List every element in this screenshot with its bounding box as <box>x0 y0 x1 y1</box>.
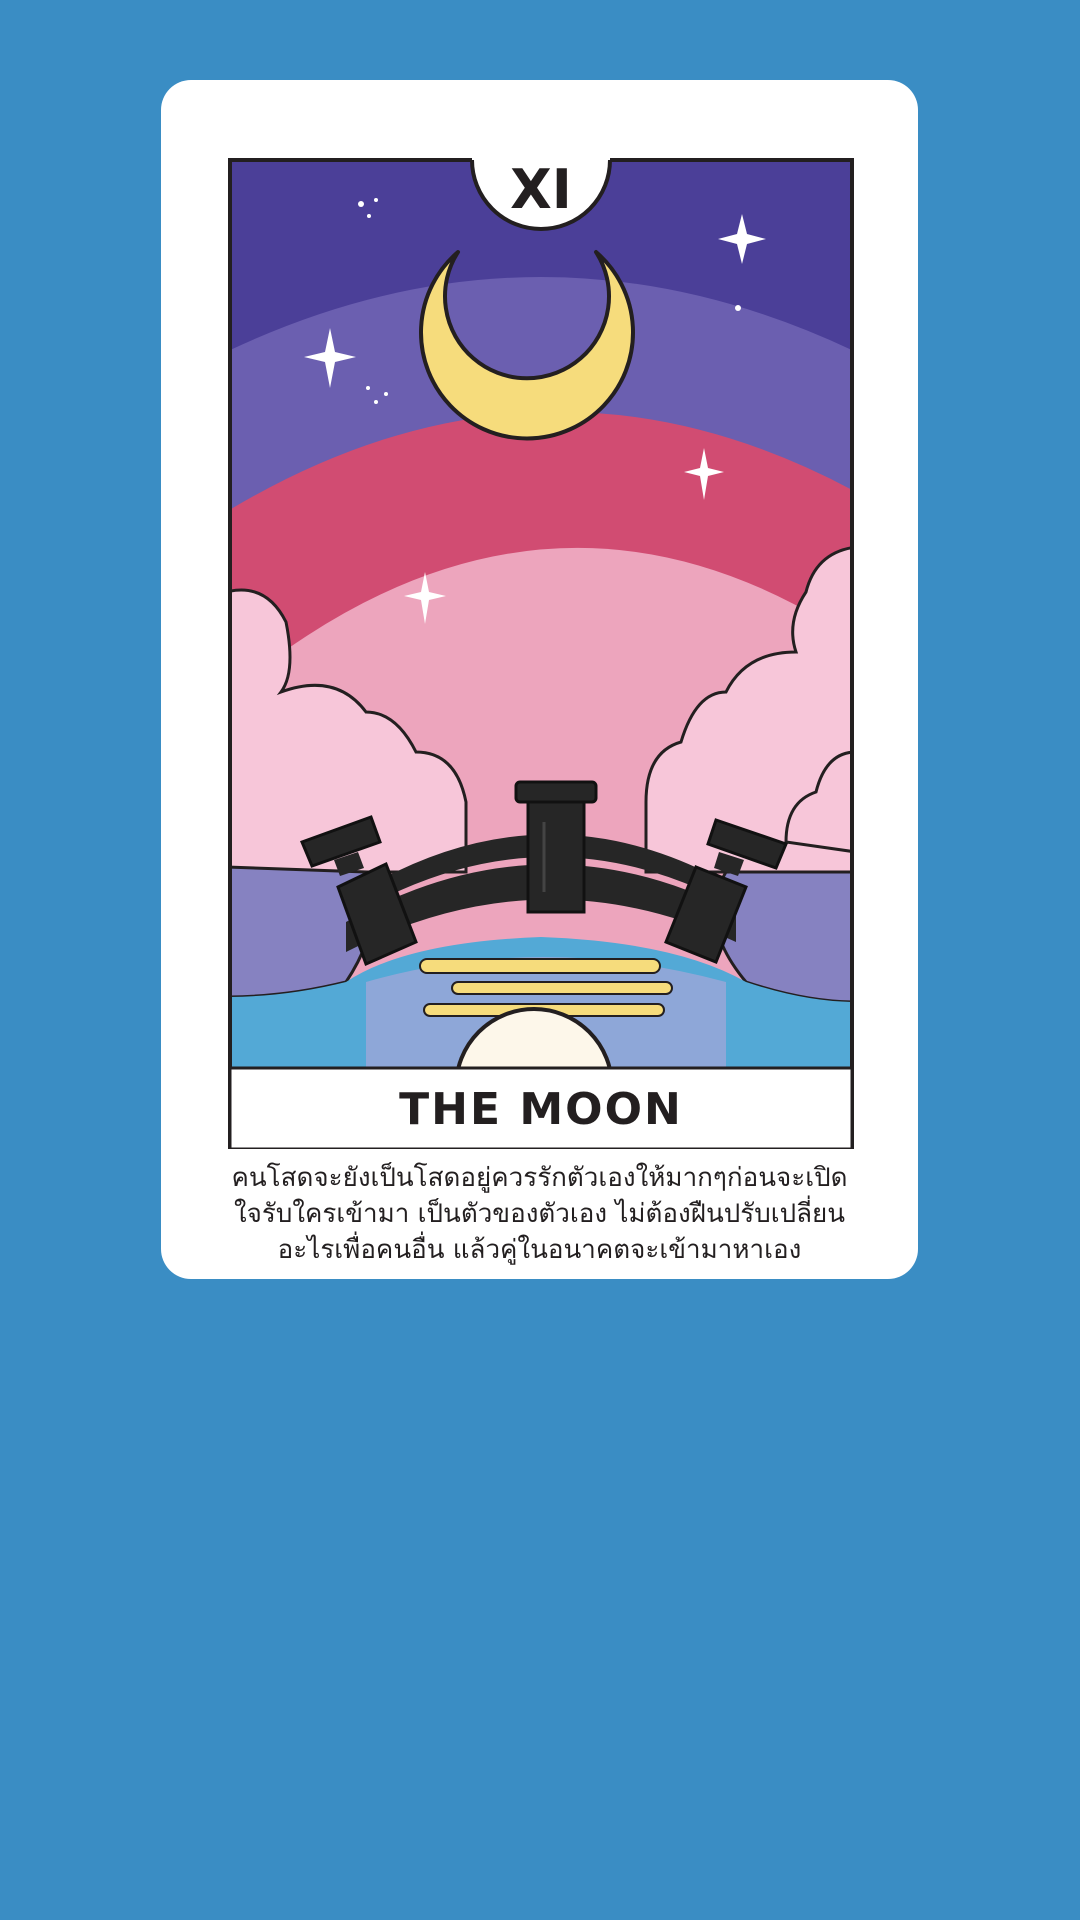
star-dot <box>384 392 388 396</box>
card-illustration: THE MOON XI <box>226 152 856 1149</box>
description-line: อะไรเพื่อคนอื่น แล้วคู่ในอนาคตจะเข้ามาหา… <box>277 1235 802 1265</box>
star-dot <box>374 400 378 404</box>
star-dot <box>735 305 741 311</box>
card-description: คนโสดจะยังเป็นโสดอยู่ควรรักตัวเองให้มากๆ… <box>201 1160 878 1268</box>
reflection-stripe <box>419 958 661 974</box>
star-dot <box>367 214 371 218</box>
bridge-tower-center <box>514 780 598 914</box>
tarot-card: THE MOON XI คนโสดจะยังเป็นโสดอยู่ควรรักต… <box>161 80 918 1279</box>
star-dot <box>358 201 364 207</box>
reflection-stripe <box>451 981 673 995</box>
card-number: XI <box>510 158 572 221</box>
page-background: THE MOON XI คนโสดจะยังเป็นโสดอยู่ควรรักต… <box>0 0 1080 1920</box>
description-line: ใจรับใครเข้ามา เป็นตัวของตัวเอง ไม่ต้องฝ… <box>233 1199 846 1229</box>
card-title: THE MOON <box>399 1084 683 1135</box>
star-dot <box>366 386 370 390</box>
description-line: คนโสดจะยังเป็นโสดอยู่ควรรักตัวเองให้มากๆ… <box>231 1163 848 1193</box>
star-dot <box>374 198 378 202</box>
